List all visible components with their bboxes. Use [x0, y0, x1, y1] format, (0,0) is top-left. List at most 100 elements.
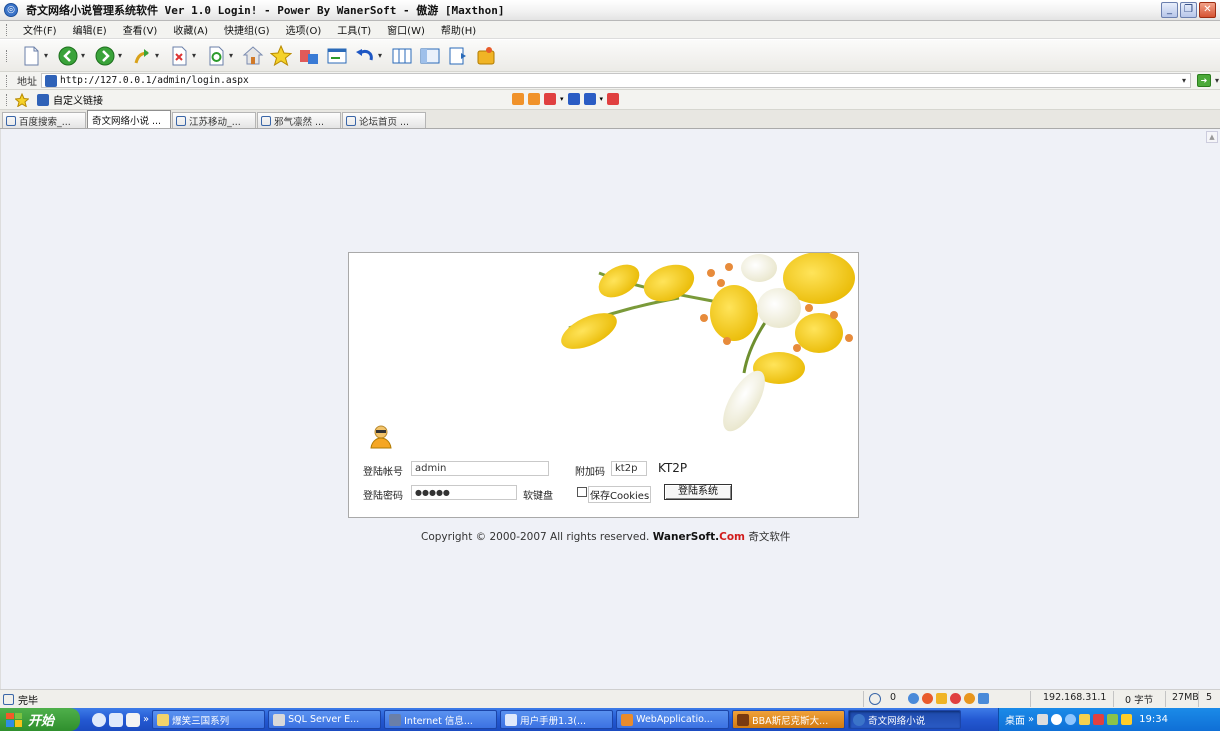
- start-button[interactable]: 开始: [0, 708, 80, 731]
- tile-icon[interactable]: [583, 93, 596, 105]
- ie-quicklaunch-icon[interactable]: [92, 712, 106, 727]
- show-desktop-icon[interactable]: [109, 712, 123, 727]
- keyboard-tray-icon[interactable]: [1037, 714, 1049, 725]
- image-toggle-icon[interactable]: [936, 693, 947, 704]
- tab-qiwen[interactable]: 奇文网络小说 ...: [87, 110, 171, 128]
- settings-gear-icon[interactable]: [964, 693, 975, 704]
- save-cookies-checkbox[interactable]: [577, 487, 587, 497]
- taskbar-item[interactable]: Internet 信息...: [384, 710, 498, 729]
- network-icon[interactable]: [908, 693, 919, 704]
- desktop-toolbar[interactable]: 桌面: [1005, 712, 1025, 727]
- menu-file[interactable]: 文件(F): [15, 22, 65, 37]
- taskbar-item[interactable]: 爆笑三国系列: [152, 710, 266, 729]
- menu-groups[interactable]: 快捷组(G): [216, 22, 278, 37]
- sync-tray-icon[interactable]: [1107, 714, 1119, 725]
- forward-icon[interactable]: [93, 44, 117, 68]
- sidebar-icon[interactable]: [418, 44, 442, 68]
- save-icon[interactable]: [567, 93, 580, 105]
- captcha-input[interactable]: kt2p: [611, 461, 647, 476]
- status-separator: [1198, 691, 1199, 707]
- tab-baidu[interactable]: 百度搜索_...: [2, 112, 86, 128]
- forward-dropdown[interactable]: ▾: [118, 51, 126, 60]
- undo-close-dropdown[interactable]: ▾: [378, 51, 386, 60]
- close-tab-dropdown[interactable]: ▾: [560, 95, 564, 103]
- window-icon[interactable]: [325, 44, 349, 68]
- taskbar-item[interactable]: 用户手册1.3(...: [500, 710, 614, 729]
- tab-jiangsu[interactable]: 江苏移动_...: [172, 112, 256, 128]
- soft-keyboard-link[interactable]: 软键盘: [523, 487, 553, 502]
- links-star-icon[interactable]: [14, 92, 30, 108]
- tray-expand-icon[interactable]: [1051, 714, 1063, 725]
- vertical-scrollbar[interactable]: ▲: [1206, 131, 1218, 685]
- go-button[interactable]: ➜: [1197, 74, 1211, 87]
- task-label: WebApplicatio...: [636, 714, 713, 725]
- menu-favorites[interactable]: 收藏(A): [165, 22, 216, 37]
- menu-options[interactable]: 选项(O): [278, 22, 330, 37]
- tile-dropdown[interactable]: ▾: [600, 95, 604, 103]
- home-icon[interactable]: [241, 44, 265, 68]
- close-all-icon[interactable]: [607, 93, 620, 105]
- favorites-star-icon[interactable]: [269, 44, 293, 68]
- maxthon-app-icon[interactable]: ◎: [4, 3, 18, 17]
- scroll-up-arrow[interactable]: ▲: [1206, 131, 1218, 143]
- password-label: 登陆密码: [363, 491, 403, 502]
- menu-edit[interactable]: 编辑(E): [65, 22, 115, 37]
- clock[interactable]: 19:34: [1139, 714, 1168, 725]
- tray-overflow[interactable]: »: [1028, 714, 1034, 725]
- antivirus-tray-icon[interactable]: [1093, 714, 1105, 725]
- save-cookies-label[interactable]: 保存Cookies: [588, 486, 652, 503]
- refresh-icon[interactable]: [204, 44, 228, 68]
- prev-tab-icon[interactable]: [512, 93, 524, 105]
- account-input[interactable]: admin: [411, 461, 549, 476]
- up-level-icon[interactable]: [130, 44, 154, 68]
- tab-xieqi[interactable]: 邪气凛然 ...: [257, 112, 341, 128]
- taskbar-item-active[interactable]: 奇文网络小说: [848, 710, 962, 729]
- tab-forum[interactable]: 论坛首页 ...: [342, 112, 426, 128]
- screen-capture-icon[interactable]: [978, 693, 989, 704]
- next-tab-icon[interactable]: [528, 93, 540, 105]
- captcha-image[interactable]: KT2P: [658, 461, 687, 475]
- undo-close-icon[interactable]: [353, 44, 377, 68]
- split-view-icon[interactable]: [390, 44, 414, 68]
- url-input[interactable]: http://127.0.0.1/admin/login.aspx ▾: [41, 73, 1191, 88]
- volume-tray-icon[interactable]: [1121, 714, 1133, 725]
- menu-view[interactable]: 查看(V): [115, 22, 166, 37]
- back-dropdown[interactable]: ▾: [81, 51, 89, 60]
- network-tray-icon[interactable]: [1065, 714, 1077, 725]
- go-dropdown[interactable]: ▾: [1215, 76, 1219, 85]
- popup-blocker-icon[interactable]: [869, 693, 881, 705]
- stop-dropdown[interactable]: ▾: [192, 51, 200, 60]
- custom-links[interactable]: 自定义链接: [53, 92, 103, 107]
- notes-icon[interactable]: [446, 44, 470, 68]
- minimize-button[interactable]: _: [1161, 2, 1178, 18]
- rss-icon[interactable]: [922, 693, 933, 704]
- up-level-dropdown[interactable]: ▾: [155, 51, 163, 60]
- maxthon-icon: [853, 713, 866, 726]
- close-button[interactable]: ✕: [1199, 2, 1216, 18]
- login-submit-button[interactable]: 登陆系统: [664, 484, 732, 500]
- qq-tray-icon[interactable]: [1079, 714, 1091, 725]
- back-icon[interactable]: [56, 44, 80, 68]
- media-toggle-icon[interactable]: [950, 693, 961, 704]
- close-tab-icon[interactable]: [544, 93, 556, 105]
- url-history-dropdown[interactable]: ▾: [1182, 76, 1186, 85]
- tab-page-icon: [261, 115, 271, 126]
- app-quicklaunch-icon[interactable]: [126, 712, 140, 727]
- stop-icon[interactable]: [167, 44, 191, 68]
- password-input[interactable]: ●●●●●: [411, 485, 517, 500]
- group-icon[interactable]: [297, 44, 321, 68]
- plugin-icon[interactable]: [474, 44, 498, 68]
- new-page-icon[interactable]: [19, 44, 43, 68]
- menu-tools[interactable]: 工具(T): [329, 22, 379, 37]
- bytes-received: 0 字节: [1125, 695, 1154, 706]
- refresh-dropdown[interactable]: ▾: [229, 51, 237, 60]
- taskbar-item[interactable]: WebApplicatio...: [616, 710, 730, 729]
- new-page-dropdown[interactable]: ▾: [44, 51, 52, 60]
- url-text[interactable]: http://127.0.0.1/admin/login.aspx: [60, 75, 249, 86]
- menu-window[interactable]: 窗口(W): [379, 22, 433, 37]
- taskbar-item[interactable]: SQL Server E...: [268, 710, 382, 729]
- restore-button[interactable]: ❐: [1180, 2, 1197, 18]
- menu-help[interactable]: 帮助(H): [433, 22, 484, 37]
- quicklaunch-overflow[interactable]: »: [143, 714, 149, 725]
- taskbar-item[interactable]: BBA斯尼克斯大...: [732, 710, 846, 729]
